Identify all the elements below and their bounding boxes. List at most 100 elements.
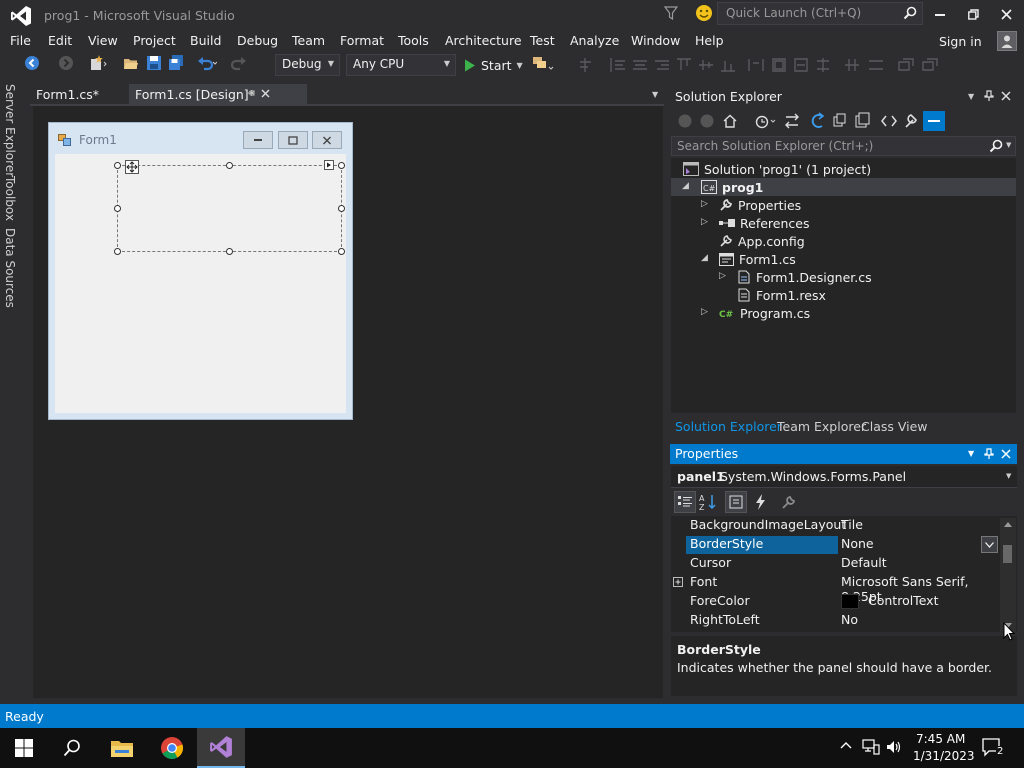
window-position-dropdown-icon[interactable]: ▼ (968, 92, 974, 101)
start-button[interactable] (0, 728, 48, 768)
notification-filter-icon[interactable] (664, 5, 678, 21)
menu-build[interactable]: Build (190, 33, 221, 48)
property-row-cursor[interactable]: Cursor Default (671, 554, 999, 573)
tree-item-app-config[interactable]: App.config (719, 232, 805, 250)
search-options-dropdown-icon[interactable]: ▼ (1006, 141, 1011, 149)
close-tab-icon[interactable] (261, 89, 270, 98)
resize-grip[interactable] (114, 162, 121, 169)
undo-icon[interactable] (197, 55, 217, 71)
tab-team-explorer[interactable]: Team Explorer (777, 419, 866, 434)
categorized-view-icon[interactable] (674, 491, 696, 513)
menu-debug[interactable]: Debug (237, 33, 278, 48)
pin-icon[interactable] (984, 90, 994, 102)
save-icon[interactable] (146, 55, 162, 71)
menu-edit[interactable]: Edit (48, 33, 72, 48)
menu-analyze[interactable]: Analyze (570, 33, 619, 48)
menu-window[interactable]: Window (631, 33, 680, 48)
resize-grip[interactable] (338, 205, 345, 212)
tab-solution-explorer[interactable]: Solution Explorer (675, 419, 782, 434)
property-row-forecolor[interactable]: ForeColor ControlText (671, 592, 999, 611)
expand-plus-icon[interactable] (673, 577, 683, 587)
tree-item-project[interactable]: ◢ C# prog1 (671, 178, 1016, 196)
resize-grip[interactable] (226, 162, 233, 169)
close-button[interactable] (991, 3, 1021, 25)
menu-test[interactable]: Test (530, 33, 555, 48)
find-in-files-icon[interactable] (532, 55, 554, 73)
property-row-borderstyle[interactable]: BorderStyle None (671, 535, 999, 554)
property-row-font[interactable]: Font Microsoft Sans Serif, 8.25pt (671, 573, 999, 604)
solution-platform-dropdown[interactable]: Any CPU ▼ (346, 54, 456, 76)
menu-format[interactable]: Format (340, 33, 384, 48)
tab-list-dropdown-icon[interactable]: ▼ (652, 90, 658, 99)
collapsed-arrow-icon[interactable]: ▷ (701, 199, 708, 209)
alphabetical-sort-icon[interactable]: AZ (698, 492, 718, 512)
taskbar-search-button[interactable] (48, 728, 96, 768)
menu-team[interactable]: Team (292, 33, 325, 48)
start-debugging-button[interactable]: Start ▼ (464, 55, 523, 75)
resize-grip[interactable] (338, 162, 345, 169)
save-all-icon[interactable] (168, 55, 184, 71)
tree-item-form1-designer[interactable]: ▷ Form1.Designer.cs (719, 268, 872, 286)
resize-grip[interactable] (338, 248, 345, 255)
taskbar-chrome[interactable] (148, 728, 196, 768)
property-grid-scrollbar[interactable] (1000, 518, 1016, 632)
properties-view-icon[interactable] (725, 491, 747, 513)
tab-toolbox[interactable]: Toolbox (3, 176, 17, 221)
menu-help[interactable]: Help (695, 33, 724, 48)
taskbar-file-explorer[interactable] (98, 728, 146, 768)
expanded-arrow-icon[interactable]: ◢ (701, 253, 708, 263)
tab-server-explorer[interactable]: Server Explorer (3, 84, 17, 177)
form-designer-window[interactable]: Form1 (48, 122, 353, 420)
tree-item-solution[interactable]: Solution 'prog1' (1 project) (683, 160, 871, 178)
tab-data-sources[interactable]: Data Sources (3, 228, 17, 308)
tree-item-form1-cs[interactable]: ◢ Form1.cs (701, 250, 796, 268)
tab-form1-design[interactable]: Form1.cs [Design]* (129, 84, 307, 106)
tree-item-properties[interactable]: ▷ Properties (701, 196, 801, 214)
expanded-arrow-icon[interactable]: ◢ (682, 181, 689, 191)
pin-icon[interactable] (984, 448, 994, 460)
property-row-righttoleft[interactable]: RightToLeft No (671, 611, 999, 630)
new-project-icon[interactable] (89, 55, 107, 71)
minimize-button[interactable] (925, 3, 955, 25)
collapsed-arrow-icon[interactable]: ▷ (701, 217, 708, 227)
scrollbar-thumb[interactable] (1003, 545, 1012, 563)
smart-tag-icon[interactable] (324, 160, 334, 170)
restore-button[interactable] (958, 3, 988, 25)
move-handle-icon[interactable] (125, 160, 139, 174)
open-file-icon[interactable] (123, 55, 139, 71)
scroll-up-icon[interactable] (1004, 521, 1012, 527)
object-selector-dropdown[interactable]: panel1 System.Windows.Forms.Panel ▼ (671, 466, 1017, 488)
account-icon[interactable] (997, 31, 1017, 51)
network-icon[interactable] (862, 739, 880, 755)
property-row-backgroundimagelayout[interactable]: BackgroundImageLayout Tile (671, 516, 999, 535)
resize-grip[interactable] (226, 248, 233, 255)
collapsed-arrow-icon[interactable]: ▷ (719, 271, 726, 281)
solution-configuration-dropdown[interactable]: Debug ▼ (275, 54, 340, 76)
menu-view[interactable]: View (88, 33, 118, 48)
tree-item-references[interactable]: ▷ References (701, 214, 809, 232)
value-dropdown-button[interactable] (981, 536, 998, 553)
search-icon[interactable] (903, 6, 917, 20)
tree-item-form1-resx[interactable]: Form1.resx (737, 286, 826, 304)
show-hidden-icons-chevron-icon[interactable] (840, 741, 852, 749)
close-pane-icon[interactable] (1001, 449, 1011, 459)
property-pages-wrench-icon[interactable] (781, 494, 797, 510)
feedback-smiley-icon[interactable] (695, 4, 713, 22)
resize-grip[interactable] (114, 248, 121, 255)
volume-icon[interactable] (886, 739, 902, 755)
menu-file[interactable]: File (10, 33, 31, 48)
menu-project[interactable]: Project (133, 33, 176, 48)
pin-icon[interactable] (245, 88, 255, 98)
search-icon[interactable] (989, 139, 1003, 153)
menu-tools[interactable]: Tools (398, 33, 429, 48)
clock-date[interactable]: 1/31/2023 (913, 749, 975, 763)
menu-architecture[interactable]: Architecture (445, 33, 522, 48)
panel1-control[interactable] (114, 160, 345, 255)
close-pane-icon[interactable] (1001, 91, 1011, 101)
navigate-back-icon[interactable] (24, 55, 40, 71)
tab-class-view[interactable]: Class View (861, 419, 928, 434)
taskbar-visual-studio[interactable] (197, 728, 245, 768)
window-position-dropdown-icon[interactable]: ▼ (968, 449, 974, 458)
tree-item-program-cs[interactable]: ▷ C# Program.cs (701, 304, 810, 322)
tab-form1-code[interactable]: Form1.cs* (30, 84, 126, 106)
